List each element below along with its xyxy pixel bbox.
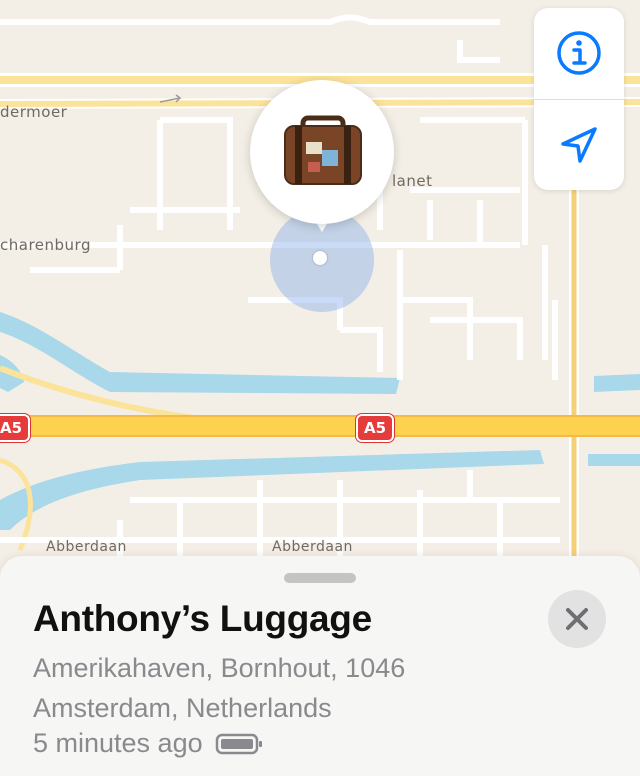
street-label-abberdaan-right: Abberdaan <box>272 539 353 555</box>
last-seen-text: 5 minutes ago <box>33 728 203 758</box>
address-line-1: Amerikahaven, Bornhout, 1046 <box>33 653 406 683</box>
location-button[interactable] <box>534 100 624 190</box>
luggage-pin[interactable] <box>250 80 394 224</box>
close-button[interactable] <box>548 590 606 648</box>
close-icon <box>566 608 588 630</box>
info-button[interactable] <box>534 8 624 98</box>
battery-icon <box>215 731 265 757</box>
road-shield-a5-center: A5 <box>356 414 395 442</box>
street-label-planet: lanet <box>392 172 433 190</box>
road-shield-a5-left: A5 <box>0 414 31 442</box>
street-label-dermoer: dermoer <box>0 103 68 121</box>
street-label-abberdaan-left: Abberdaan <box>46 539 127 555</box>
location-dot <box>313 251 327 265</box>
map-controls <box>534 8 624 190</box>
street-label-scharenburg: charenburg <box>0 236 91 254</box>
item-title: Anthony’s Luggage <box>33 598 372 639</box>
item-address: Amerikahaven, Bornhout, 1046 Amsterdam, … <box>33 648 513 728</box>
luggage-icon <box>284 115 362 185</box>
item-detail-sheet: Anthony’s Luggage Amerikahaven, Bornhout… <box>0 556 640 776</box>
location-arrow-icon <box>561 127 597 163</box>
item-status: 5 minutes ago <box>33 728 265 759</box>
sheet-grabber[interactable] <box>284 573 356 583</box>
address-line-2: Amsterdam, Netherlands <box>33 693 332 723</box>
info-icon <box>557 31 601 75</box>
